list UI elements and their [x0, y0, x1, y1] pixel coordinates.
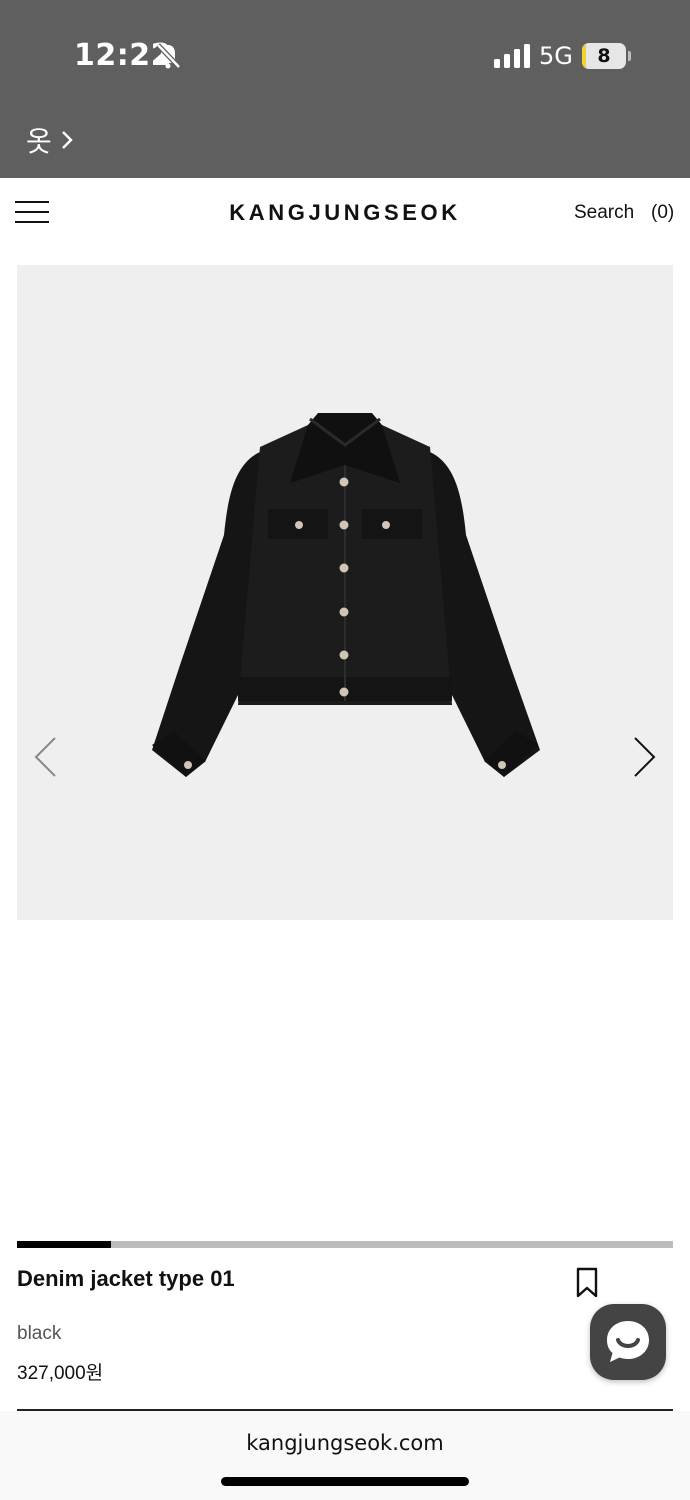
- battery-tip: [628, 51, 631, 61]
- cellular-signal-icon: [494, 44, 530, 68]
- product-name: Denim jacket type 01: [17, 1266, 235, 1291]
- browser-url-bar[interactable]: [0, 1411, 690, 1500]
- home-indicator[interactable]: [221, 1477, 469, 1486]
- product-price: 327,000원: [17, 1363, 104, 1384]
- browser-url-text[interactable]: kangjungseok.com: [0, 1431, 690, 1455]
- back-to-app-link[interactable]: 옷: [26, 120, 74, 160]
- network-type: 5G: [539, 42, 573, 70]
- bookmark-icon[interactable]: [575, 1267, 599, 1299]
- next-image-arrow-icon[interactable]: [631, 736, 657, 778]
- gallery-progress-fill: [17, 1241, 111, 1248]
- gallery-progress-bar: [17, 1241, 673, 1248]
- bell-muted-icon: [156, 43, 181, 69]
- chat-bubble-icon: [607, 1321, 649, 1362]
- cart-link[interactable]: (0): [651, 202, 674, 224]
- product-color: black: [17, 1323, 62, 1344]
- chat-button[interactable]: [590, 1304, 666, 1380]
- denim-jacket-image: [152, 413, 540, 777]
- battery-level: 8: [597, 45, 611, 67]
- battery-icon: 8: [582, 43, 626, 69]
- chevron-right-icon: [61, 131, 73, 149]
- back-app-label: 옷: [26, 125, 52, 158]
- search-link[interactable]: Search: [574, 202, 634, 224]
- status-bar: 12:22 5G 8 옷: [0, 0, 690, 178]
- previous-image-arrow-icon[interactable]: [33, 736, 59, 778]
